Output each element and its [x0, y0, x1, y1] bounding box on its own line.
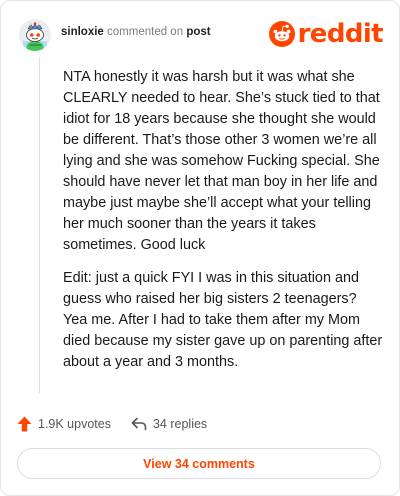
reply-count: 34 replies [152, 417, 208, 431]
comment-paragraph: NTA honestly it was harsh but it was wha… [63, 69, 380, 253]
reddit-snoo-icon [268, 21, 295, 47]
comment-stats: 1.9K upvotes 34 replies [17, 415, 207, 433]
upvote-arrow-icon [17, 416, 32, 432]
comment-body: NTA honestly it was harsh but it was wha… [63, 67, 383, 385]
view-comments-button[interactable]: View 34 comments [17, 448, 381, 479]
reply-stat[interactable]: 34 replies [131, 417, 207, 431]
thread-line [39, 57, 40, 393]
comment-card: sinloxie commented on post reddit NTA ho… [0, 0, 400, 496]
reply-arrow-icon [131, 417, 147, 431]
comment-paragraph: Edit: just a quick FYI I was in this sit… [63, 270, 383, 370]
username-link[interactable]: sinloxie [61, 26, 104, 38]
snoo-avatar-icon[interactable] [19, 19, 51, 51]
upvote-count: 1.9K upvotes [38, 417, 111, 431]
action-text: commented on [107, 26, 184, 38]
post-link[interactable]: post [186, 26, 210, 38]
comment-header: sinloxie commented on post reddit [19, 15, 385, 55]
upvote-stat[interactable]: 1.9K upvotes [17, 416, 111, 432]
reddit-logo[interactable]: reddit [268, 19, 384, 49]
comment-byline: sinloxie commented on post [61, 26, 211, 38]
reddit-wordmark: reddit [297, 19, 384, 49]
